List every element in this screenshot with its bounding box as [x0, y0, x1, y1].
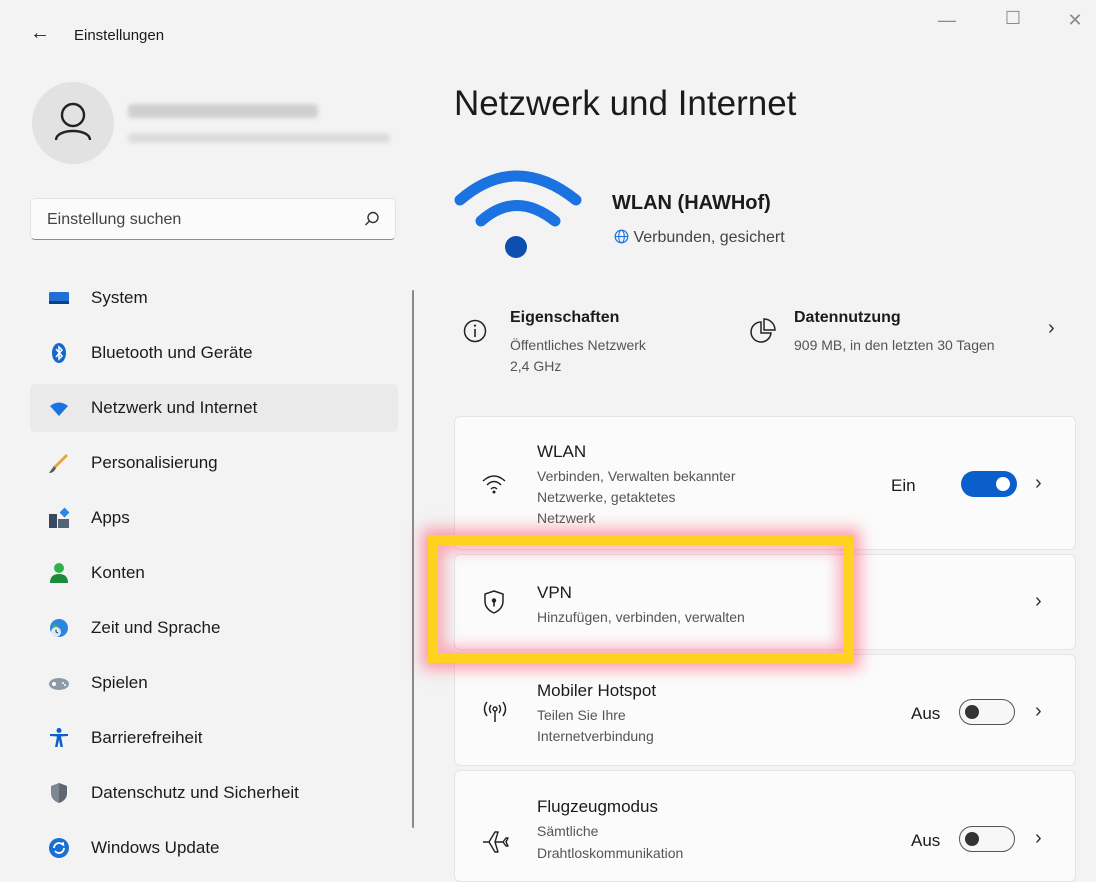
sidebar-item-label: Netzwerk und Internet: [91, 398, 258, 417]
network-name: WLAN (HAWHof): [612, 192, 771, 214]
sidebar-item-label: Barrierefreiheit: [91, 728, 203, 747]
monitor-icon: [49, 292, 69, 304]
card-title: Mobiler Hotspot: [537, 681, 657, 700]
airplane-mode-card[interactable]: Flugzeugmodus Sämtliche Drahtloskommunik…: [454, 770, 1076, 882]
sidebar-item-label: System: [91, 288, 148, 307]
chevron-right-icon[interactable]: ›: [1035, 472, 1042, 495]
toggle-knob: [965, 831, 979, 846]
gamepad-icon: [49, 678, 69, 690]
profile-name-redacted: [128, 104, 318, 118]
back-arrow-icon[interactable]: ←: [30, 22, 50, 45]
search-input[interactable]: [45, 207, 349, 233]
bluetooth-icon: [52, 343, 66, 363]
wifi-icon: [482, 475, 506, 494]
globe-clock-icon: [50, 619, 68, 637]
network-status-text: Verbunden, gesichert: [633, 229, 785, 246]
properties-link[interactable]: Eigenschaften: [510, 309, 619, 327]
network-status: Verbunden, gesichert: [614, 229, 785, 247]
card-title: WLAN: [537, 442, 587, 461]
chevron-right-icon[interactable]: ›: [1035, 590, 1042, 613]
sidebar-item-accounts[interactable]: Konten: [30, 549, 398, 597]
sidebar-item-label: Apps: [91, 508, 130, 527]
card-description: Drahtloskommunikation: [537, 845, 684, 861]
airplane-icon: [483, 831, 509, 853]
pie-chart-icon[interactable]: [748, 316, 778, 346]
shield-icon: [51, 783, 67, 803]
sidebar-scrollbar[interactable]: [412, 290, 414, 828]
sidebar-item-time-language[interactable]: Zeit und Sprache: [30, 604, 398, 652]
card-description: Teilen Sie Ihre: [537, 707, 626, 723]
hotspot-icon: [483, 701, 507, 722]
vpn-card[interactable]: VPN Hinzufügen, verbinden, verwalten ›: [454, 554, 1076, 650]
sidebar-item-label: Bluetooth und Geräte: [91, 343, 253, 362]
properties-network-type: Öffentliches Netzwerk: [510, 337, 646, 353]
chevron-right-icon[interactable]: ›: [1048, 317, 1055, 340]
card-description: Sämtliche: [537, 823, 599, 839]
person-icon: [54, 102, 92, 141]
person-icon: [50, 563, 68, 583]
shield-lock-icon: [484, 590, 504, 614]
apps-icon: [49, 507, 70, 528]
sidebar-item-label: Konten: [91, 563, 145, 582]
mobile-hotspot-card[interactable]: Mobiler Hotspot Teilen Sie Ihre Internet…: [454, 654, 1076, 766]
wifi-icon: [454, 170, 582, 258]
sidebar-item-network[interactable]: Netzwerk und Internet: [30, 384, 398, 432]
card-title: Flugzeugmodus: [537, 797, 658, 816]
minimize-icon[interactable]: —: [932, 10, 962, 31]
sidebar-item-apps[interactable]: Apps: [30, 494, 398, 542]
properties-frequency: 2,4 GHz: [510, 358, 562, 374]
search-icon[interactable]: [363, 210, 381, 228]
search-box[interactable]: [30, 198, 396, 240]
card-description: Internetverbindung: [537, 728, 654, 744]
sidebar-item-label: Windows Update: [91, 838, 220, 857]
wlan-card[interactable]: WLAN Verbinden, Verwalten bekannter Netz…: [454, 416, 1076, 550]
info-icon[interactable]: [462, 318, 488, 344]
sidebar-item-bluetooth[interactable]: Bluetooth und Geräte: [30, 329, 398, 377]
card-description: Netzwerke, getaktetes: [537, 489, 676, 505]
card-description: Netzwerk: [537, 510, 596, 526]
accessibility-icon: [50, 728, 68, 747]
sidebar-item-windows-update[interactable]: Windows Update: [30, 824, 398, 872]
maximize-icon[interactable]: ☐: [998, 8, 1028, 29]
sidebar-item-personalization[interactable]: Personalisierung: [30, 439, 398, 487]
toggle-knob: [996, 477, 1010, 491]
profile-email-redacted: [128, 133, 390, 143]
hotspot-toggle[interactable]: [959, 699, 1015, 725]
sidebar-item-gaming[interactable]: Spielen: [30, 659, 398, 707]
wlan-toggle[interactable]: [961, 471, 1017, 497]
brush-icon: [49, 454, 68, 473]
sidebar-item-privacy[interactable]: Datenschutz und Sicherheit: [30, 769, 398, 817]
toggle-state-label: Aus: [911, 704, 941, 723]
airplane-mode-toggle[interactable]: [959, 826, 1015, 852]
update-icon: [49, 838, 69, 858]
data-usage-link[interactable]: Datennutzung: [794, 309, 901, 327]
sidebar-item-system[interactable]: System: [30, 274, 398, 322]
avatar[interactable]: [32, 82, 114, 164]
globe-icon: [614, 229, 629, 244]
sidebar-item-label: Personalisierung: [91, 453, 218, 472]
sidebar-item-label: Datenschutz und Sicherheit: [91, 783, 299, 802]
title-bar: ← Einstellungen — ☐ ✕: [0, 0, 1096, 70]
card-description: Hinzufügen, verbinden, verwalten: [537, 609, 745, 625]
close-icon[interactable]: ✕: [1060, 10, 1090, 31]
card-description: Verbinden, Verwalten bekannter: [537, 468, 736, 484]
chevron-right-icon[interactable]: ›: [1035, 827, 1042, 850]
sidebar-item-label: Spielen: [91, 673, 148, 692]
page-title: Netzwerk und Internet: [454, 84, 797, 123]
data-usage-amount: 909 MB, in den letzten 30 Tagen: [794, 337, 995, 353]
toggle-state-label: Aus: [911, 831, 941, 850]
toggle-state-label: Ein: [891, 476, 916, 495]
wifi-icon: [50, 402, 68, 416]
chevron-right-icon[interactable]: ›: [1035, 700, 1042, 723]
sidebar-item-label: Zeit und Sprache: [91, 618, 221, 637]
card-title: VPN: [537, 583, 572, 602]
toggle-knob: [965, 704, 979, 719]
sidebar-item-accessibility[interactable]: Barrierefreiheit: [30, 714, 398, 762]
window-title: Einstellungen: [74, 27, 165, 44]
